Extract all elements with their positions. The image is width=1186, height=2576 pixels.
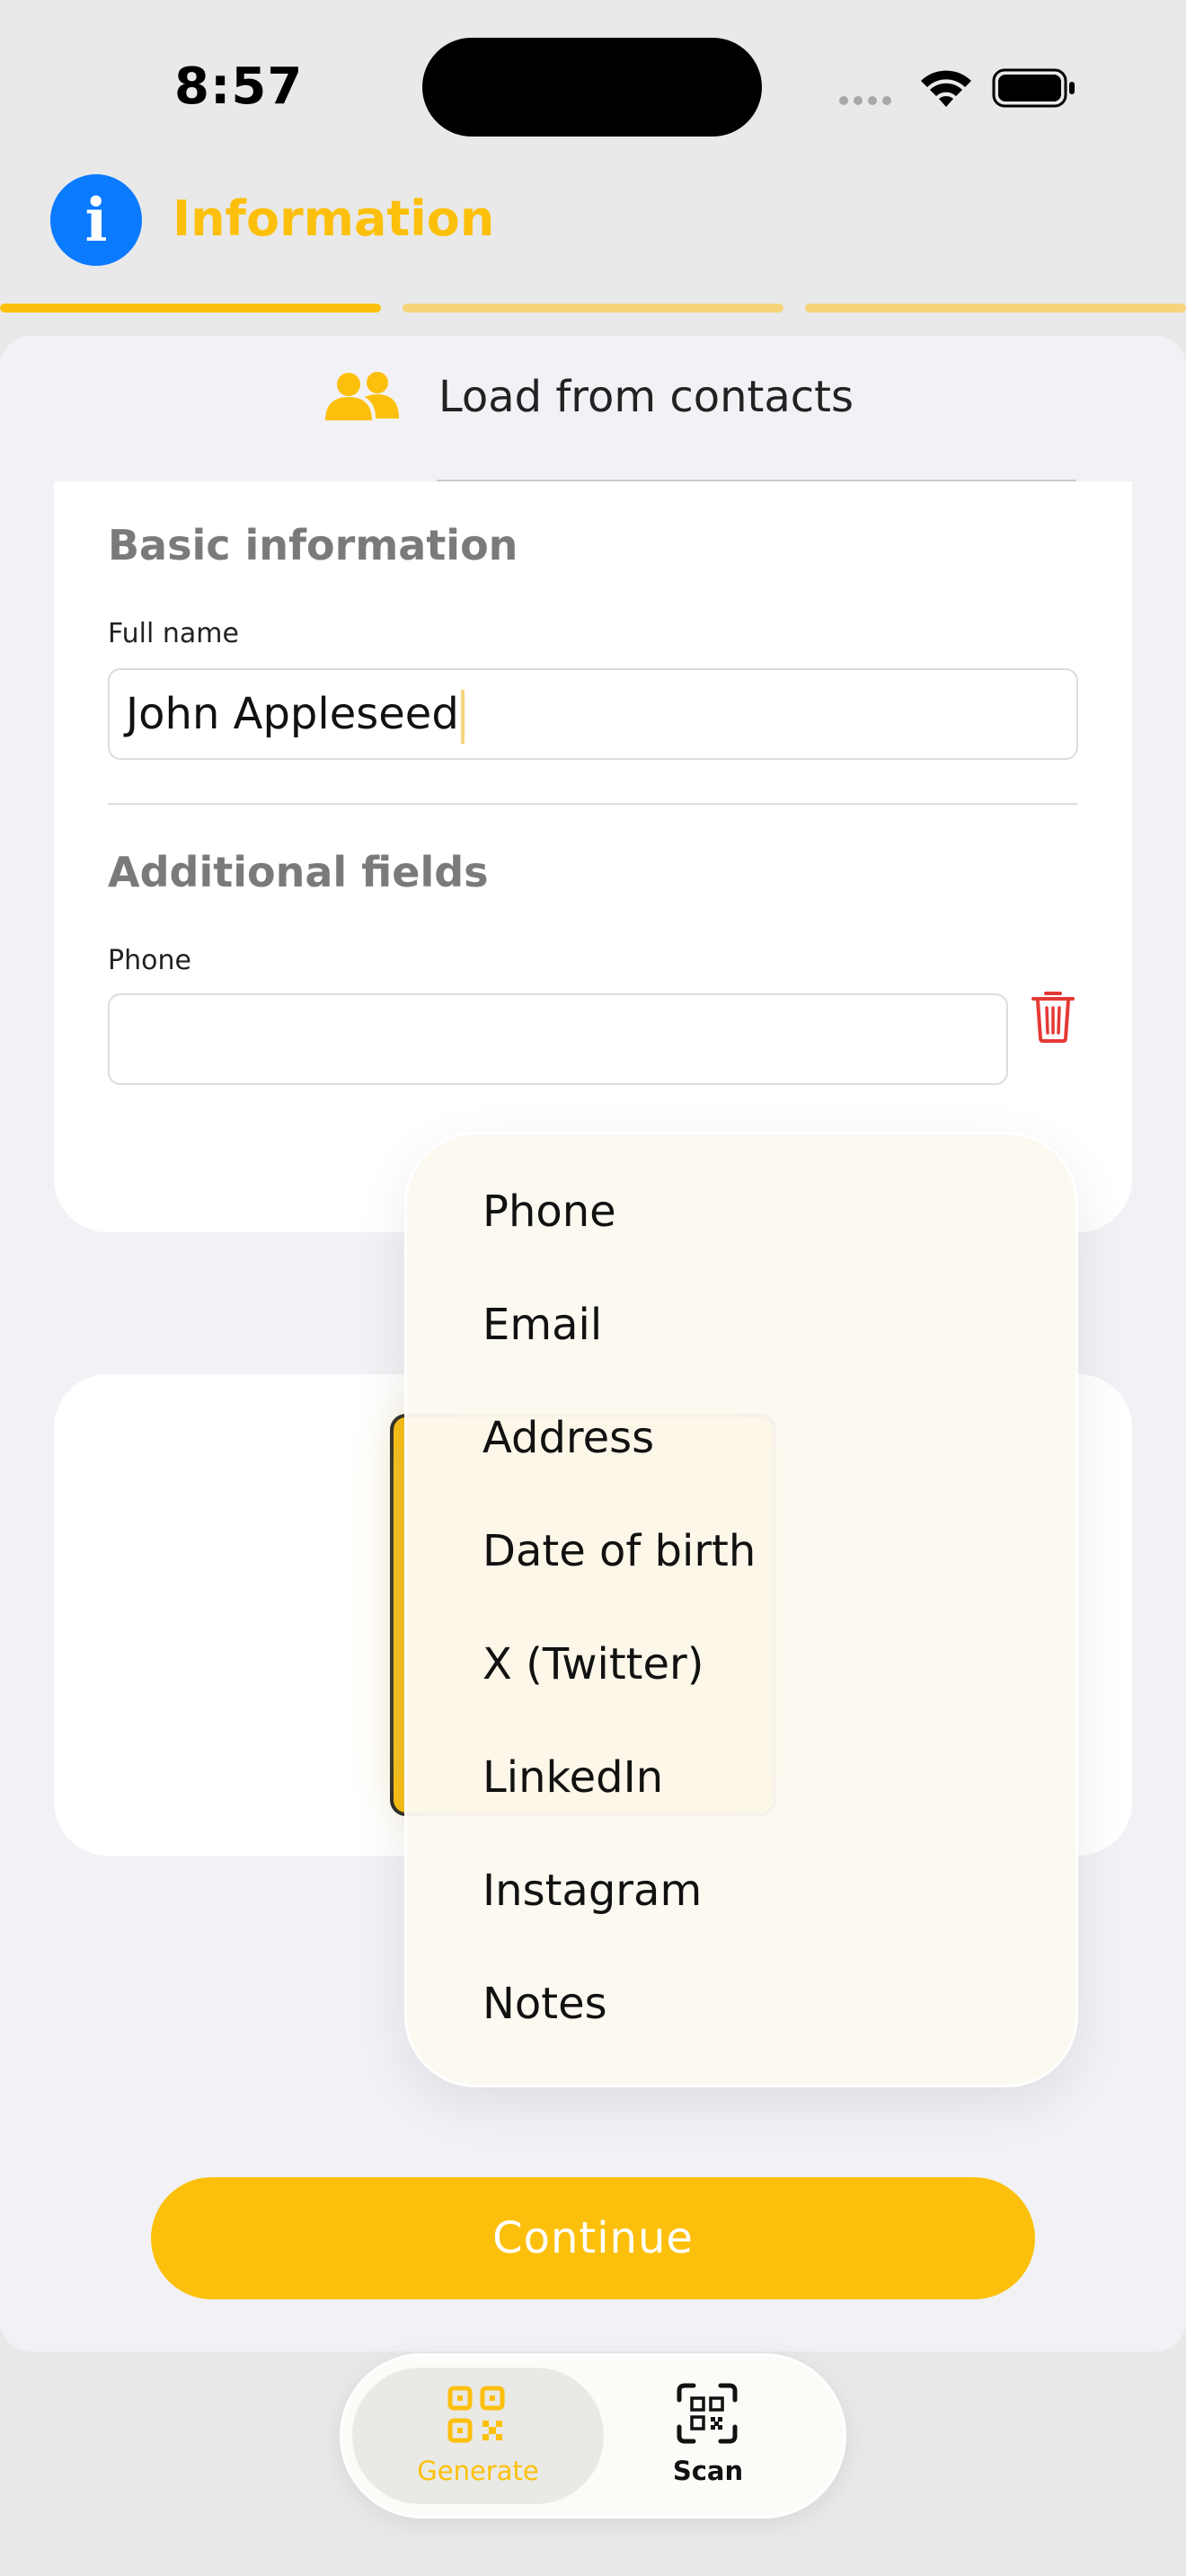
menu-item-instagram[interactable]: Instagram [482,1866,702,1916]
wifi-icon [921,70,971,107]
full-name-label: Full name [108,618,239,649]
menu-item-linkedin[interactable]: LinkedIn [482,1752,663,1803]
phone-label: Phone [108,945,191,976]
load-from-contacts-button[interactable]: Load from contacts [438,372,854,422]
menu-item-date-of-birth[interactable]: Date of birth [482,1526,756,1576]
qr-scan-icon[interactable] [676,2382,739,2445]
field-type-menu: Phone Email Address Date of birth X (Twi… [404,1132,1078,2087]
qrcode-icon [447,2386,505,2443]
progress-step-2 [403,304,783,313]
basic-information-heading: Basic information [108,521,518,569]
menu-item-email[interactable]: Email [482,1300,602,1350]
continue-button[interactable]: Continue [151,2177,1035,2299]
menu-item-x-twitter[interactable]: X (Twitter) [482,1639,704,1689]
battery-icon [992,68,1075,108]
additional-fields-heading: Additional fields [108,848,489,896]
menu-item-address[interactable]: Address [482,1413,654,1463]
info-icon: i [50,174,142,266]
phone-input[interactable] [108,993,1008,1085]
full-name-input[interactable]: John Appleseed [108,668,1078,760]
divider [108,803,1078,805]
cellular-signal-icon [839,92,897,109]
menu-item-phone[interactable]: Phone [482,1187,616,1237]
text-cursor [460,690,465,744]
dynamic-island [422,38,762,137]
progress-step-3 [805,304,1186,313]
progress-step-1 [0,304,381,313]
page-title: Information [173,190,495,247]
people-icon[interactable] [323,370,401,424]
full-name-value: John Appleseed [126,689,459,739]
tab-generate-label: Generate [417,2456,539,2486]
tab-scan-label[interactable]: Scan [620,2456,796,2486]
trash-icon[interactable] [1030,988,1076,1044]
menu-item-notes[interactable]: Notes [482,1979,607,2029]
status-time: 8:57 [174,57,304,116]
